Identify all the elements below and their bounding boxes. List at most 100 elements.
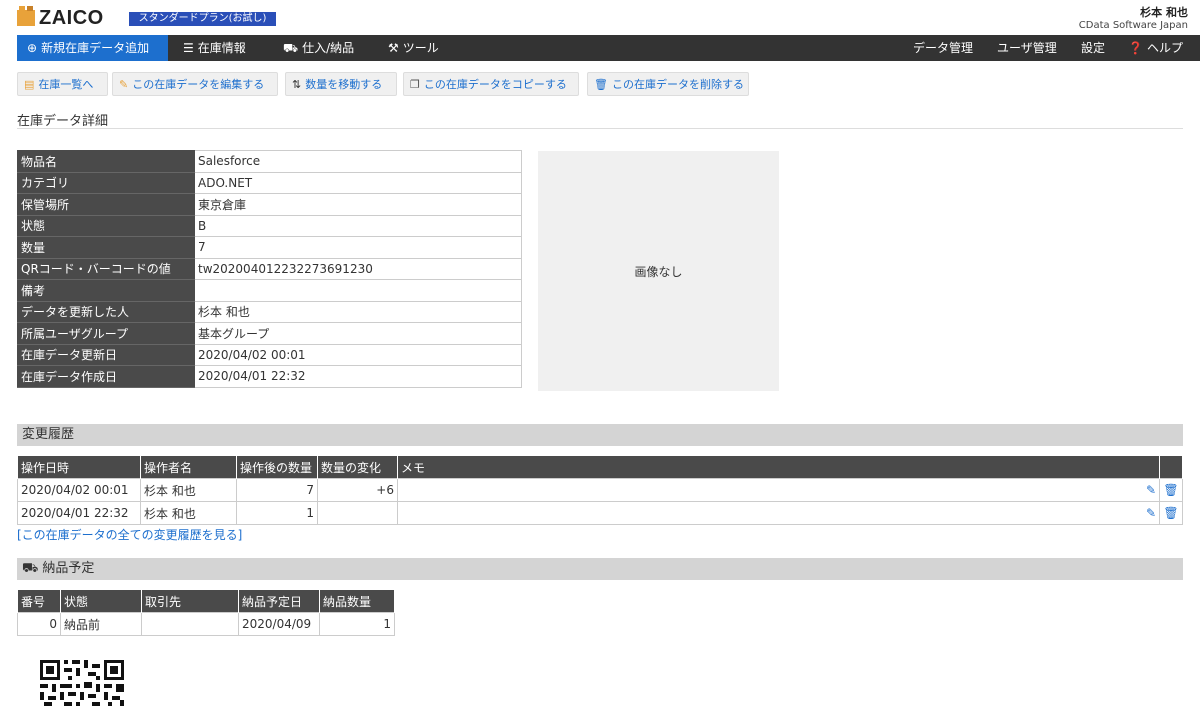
history-col-operator: 操作者名 <box>140 456 237 479</box>
delivery-section-header: ⛟ 納品予定 <box>17 558 1183 580</box>
history-datetime: 2020/04/02 00:01 <box>17 478 141 502</box>
detail-row: 数量 7 <box>17 236 522 259</box>
history-qty-after: 1 <box>236 501 318 525</box>
detail-key: 物品名 <box>17 150 195 173</box>
detail-row: QRコード・バーコードの値 tw202004012232273691230 <box>17 257 522 280</box>
delivery-supplier <box>141 612 239 636</box>
delivery-quantity: 1 <box>319 612 395 636</box>
detail-value: 杉本 和也 <box>194 300 522 323</box>
all-history-link[interactable]: [この在庫データの全ての変更履歴を見る] <box>17 526 242 543</box>
list-folder-icon: ▤ <box>24 78 35 91</box>
nav-purchase[interactable]: ⛟ 仕入/納品 <box>283 35 354 61</box>
delivery-title: 納品予定 <box>42 561 95 576</box>
history-datetime: 2020/04/01 22:32 <box>17 501 141 525</box>
edit-item-button[interactable]: ✎ この在庫データを編集する <box>112 72 278 96</box>
copy-icon: ❐ <box>410 78 420 91</box>
edit-item-label: この在庫データを編集する <box>132 78 265 91</box>
delete-history-icon[interactable]: 🗑 <box>1163 483 1178 497</box>
table-row: 0 納品前 2020/04/09 1 <box>17 612 395 636</box>
plan-badge[interactable]: スタンダードプラン(お試し) <box>129 12 276 26</box>
detail-row: 所属ユーザグループ 基本グループ <box>17 322 522 345</box>
detail-row: 在庫データ作成日 2020/04/01 22:32 <box>17 365 522 388</box>
move-quantity-button[interactable]: ⇅ 数量を移動する <box>285 72 397 96</box>
detail-value <box>194 279 522 302</box>
copy-item-label: この在庫データをコピーする <box>423 78 567 91</box>
history-qty-change: +6 <box>317 478 398 502</box>
nav-settings[interactable]: 設定 <box>1081 35 1105 61</box>
list-icon: ☰ <box>183 41 194 55</box>
to-list-label: 在庫一覧へ <box>38 78 94 91</box>
history-qty-change <box>317 501 398 525</box>
detail-key: 数量 <box>17 236 195 259</box>
detail-key: 状態 <box>17 214 195 237</box>
detail-row: 備考 <box>17 279 522 302</box>
item-image-placeholder: 画像なし <box>538 151 779 391</box>
title-divider <box>17 128 1183 129</box>
detail-row: 物品名 Salesforce <box>17 150 522 173</box>
nav-purchase-label: 仕入/納品 <box>302 41 355 55</box>
nav-inventory[interactable]: ☰ 在庫情報 <box>183 35 246 61</box>
history-col-qty-change: 数量の変化 <box>317 456 398 479</box>
detail-row: 在庫データ更新日 2020/04/02 00:01 <box>17 343 522 366</box>
nav-help[interactable]: ❓ ヘルプ <box>1128 35 1183 61</box>
history-operator: 杉本 和也 <box>140 501 237 525</box>
detail-value: 基本グループ <box>194 322 522 345</box>
nav-tools[interactable]: ⚒ ツール <box>388 35 439 61</box>
trash-icon: 🗑 <box>594 78 608 91</box>
detail-value: Salesforce <box>194 150 522 173</box>
toolbox-icon: ⚒ <box>388 41 399 55</box>
detail-key: QRコード・バーコードの値 <box>17 257 195 280</box>
detail-key: データを更新した人 <box>17 300 195 323</box>
detail-value: 2020/04/01 22:32 <box>194 365 522 388</box>
history-qty-after: 7 <box>236 478 318 502</box>
plus-circle-icon: ⊕ <box>27 41 38 55</box>
edit-history-icon[interactable]: ✎ <box>1146 483 1156 497</box>
edit-history-icon[interactable]: ✎ <box>1146 506 1156 520</box>
table-row: 2020/04/01 22:32 杉本 和也 1 ✎ 🗑 <box>17 501 1183 525</box>
history-actions: 🗑 <box>1159 501 1183 525</box>
user-name[interactable]: 杉本 和也 <box>1140 4 1188 20</box>
detail-key: カテゴリ <box>17 171 195 194</box>
detail-key: 所属ユーザグループ <box>17 322 195 345</box>
pencil-icon: ✎ <box>119 78 129 91</box>
box-logo-icon <box>17 6 35 26</box>
delivery-col-supplier: 取引先 <box>141 590 239 613</box>
detail-value: ADO.NET <box>194 171 522 194</box>
detail-key: 在庫データ更新日 <box>17 343 195 366</box>
nav-user-management[interactable]: ユーザ管理 <box>997 35 1057 61</box>
package-icon: ⛟ <box>22 561 39 576</box>
truck-icon: ⛟ <box>283 41 299 55</box>
to-list-button[interactable]: ▤ 在庫一覧へ <box>17 72 108 96</box>
detail-value: 東京倉庫 <box>194 193 522 216</box>
move-quantity-label: 数量を移動する <box>305 78 383 91</box>
swap-arrows-icon: ⇅ <box>292 78 302 91</box>
delivery-col-quantity: 納品数量 <box>319 590 395 613</box>
table-row: 2020/04/02 00:01 杉本 和也 7 +6 ✎ 🗑 <box>17 478 1183 502</box>
delete-item-button[interactable]: 🗑 この在庫データを削除する <box>587 72 749 96</box>
delivery-col-date: 納品予定日 <box>238 590 320 613</box>
detail-row: 状態 B <box>17 214 522 237</box>
delete-history-icon[interactable]: 🗑 <box>1163 506 1178 520</box>
history-operator: 杉本 和也 <box>140 478 237 502</box>
company-name: CData Software Japan <box>1078 20 1188 31</box>
zaico-logo[interactable]: ZAICO <box>17 6 104 29</box>
page-title: 在庫データ詳細 <box>17 114 109 129</box>
detail-value: 2020/04/02 00:01 <box>194 343 522 366</box>
delete-item-label: この在庫データを削除する <box>611 78 744 91</box>
history-table: 操作日時 操作者名 操作後の数量 数量の変化 メモ 2020/04/02 00:… <box>17 456 1183 525</box>
detail-row: 保管場所 東京倉庫 <box>17 193 522 216</box>
history-col-qty-after: 操作後の数量 <box>236 456 318 479</box>
detail-key: 備考 <box>17 279 195 302</box>
nav-tools-label: ツール <box>402 41 439 55</box>
nav-new-item[interactable]: ⊕ 新規在庫データ追加 <box>17 35 168 61</box>
main-nav: ⊕ 新規在庫データ追加 ☰ 在庫情報 ⛟ 仕入/納品 ⚒ ツール データ管理 ユーザ管理… <box>17 35 1200 61</box>
nav-help-label: ヘルプ <box>1146 41 1183 55</box>
copy-item-button[interactable]: ❐ この在庫データをコピーする <box>403 72 579 96</box>
nav-data-management[interactable]: データ管理 <box>913 35 973 61</box>
detail-value: B <box>194 214 522 237</box>
nav-inventory-label: 在庫情報 <box>197 41 246 55</box>
history-title: 変更履歴 <box>22 427 75 442</box>
detail-table: 物品名 Salesforce カテゴリ ADO.NET 保管場所 東京倉庫 状態 B 数… <box>17 150 522 388</box>
detail-key: 在庫データ作成日 <box>17 365 195 388</box>
history-col-memo: メモ <box>397 456 1160 479</box>
